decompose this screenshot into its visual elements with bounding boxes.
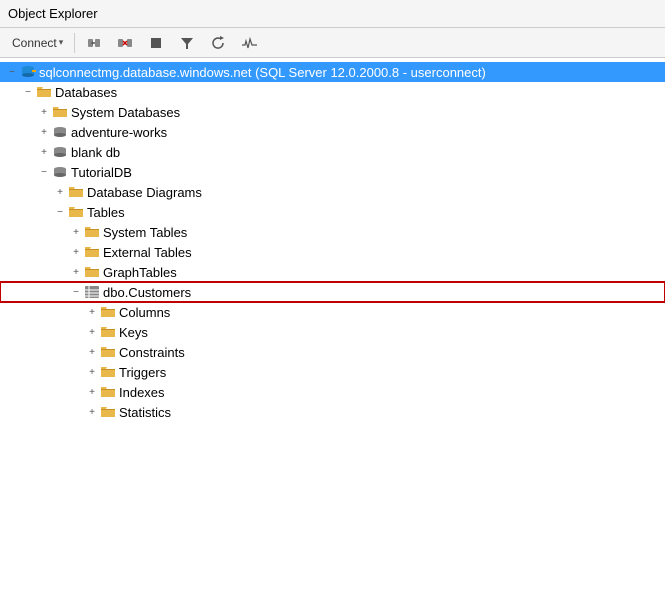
database-diagrams-label: Database Diagrams [87,185,202,200]
refresh-button[interactable] [204,32,232,54]
tree-container: − sqlconnectmg.database.windows.net (SQL… [0,58,665,591]
folder-icon-triggers [100,364,116,380]
expander-graph-tables[interactable]: + [68,264,84,280]
expander-columns[interactable]: + [84,304,100,320]
refresh-icon [210,35,226,51]
indexes-label: Indexes [119,385,165,400]
title-bar: Object Explorer [0,0,665,28]
disconnect-icon [117,35,133,51]
statistics-label: Statistics [119,405,171,420]
connect-button[interactable]: Connect ▾ [6,33,69,53]
graph-tables-label: GraphTables [103,265,177,280]
expander-statistics[interactable]: + [84,404,100,420]
dbo-customers-label: dbo.Customers [103,285,191,300]
tutorialdb-label: TutorialDB [71,165,132,180]
tree-node-statistics[interactable]: + Statistics [0,402,665,422]
connect-object-button[interactable] [80,32,108,54]
blank-db-label: blank db [71,145,120,160]
folder-icon-indexes [100,384,116,400]
expander-external-tables[interactable]: + [68,244,84,260]
folder-icon-graph-tables [84,264,100,280]
expander-indexes[interactable]: + [84,384,100,400]
server-label: sqlconnectmg.database.windows.net (SQL S… [39,65,486,80]
folder-icon-databases [36,84,52,100]
separator-1 [74,33,75,53]
tree-node-blank-db[interactable]: + blank db [0,142,665,162]
folder-icon-columns [100,304,116,320]
expander-databases[interactable]: − [20,84,36,100]
system-tables-label: System Tables [103,225,187,240]
folder-icon-database-diagrams [68,184,84,200]
constraints-label: Constraints [119,345,185,360]
expander-keys[interactable]: + [84,324,100,340]
expander-tutorialdb[interactable]: − [36,164,52,180]
expander-database-diagrams[interactable]: + [52,184,68,200]
tree-node-graph-tables[interactable]: + GraphTables [0,262,665,282]
expander-blank-db[interactable]: + [36,144,52,160]
folder-icon-statistics [100,404,116,420]
folder-icon-external-tables [84,244,100,260]
expander-adventure-works[interactable]: + [36,124,52,140]
external-tables-label: External Tables [103,245,192,260]
tree-node-adventure-works[interactable]: + adventure-works [0,122,665,142]
adventure-works-label: adventure-works [71,125,167,140]
toolbar: Connect ▾ [0,28,665,58]
tree-node-server[interactable]: − sqlconnectmg.database.windows.net (SQL… [0,62,665,82]
tree-node-columns[interactable]: + Columns [0,302,665,322]
expander-constraints[interactable]: + [84,344,100,360]
expander-server[interactable]: − [4,64,20,80]
stop-icon [148,35,164,51]
database-icon-blank-db [52,144,68,160]
database-icon-tutorialdb [52,164,68,180]
folder-icon-tables [68,204,84,220]
tree-node-constraints[interactable]: + Constraints [0,342,665,362]
folder-icon-keys [100,324,116,340]
tables-label: Tables [87,205,125,220]
tree-node-keys[interactable]: + Keys [0,322,665,342]
expander-system-databases[interactable]: + [36,104,52,120]
expander-system-tables[interactable]: + [68,224,84,240]
tree-node-system-databases[interactable]: + System Databases [0,102,665,122]
databases-label: Databases [55,85,117,100]
tree-node-tables[interactable]: − Tables [0,202,665,222]
tree-node-database-diagrams[interactable]: + Database Diagrams [0,182,665,202]
folder-icon-system-tables [84,224,100,240]
expander-dbo-customers[interactable]: − [68,284,84,300]
columns-label: Columns [119,305,170,320]
connect-icon [86,35,102,51]
triggers-label: Triggers [119,365,166,380]
stop-button[interactable] [142,32,170,54]
database-icon-adventure-works [52,124,68,140]
filter-icon [179,35,195,51]
activity-monitor-button[interactable] [235,32,263,54]
tree-node-tutorialdb[interactable]: − TutorialDB [0,162,665,182]
expander-triggers[interactable]: + [84,364,100,380]
system-databases-label: System Databases [71,105,180,120]
server-icon [20,64,36,80]
keys-label: Keys [119,325,148,340]
tree-node-indexes[interactable]: + Indexes [0,382,665,402]
connect-dropdown-arrow: ▾ [59,37,64,48]
table-icon-dbo-customers [84,284,100,300]
expander-tables[interactable]: − [52,204,68,220]
tree-node-system-tables[interactable]: + System Tables [0,222,665,242]
tree-node-external-tables[interactable]: + External Tables [0,242,665,262]
tree-node-dbo-customers[interactable]: − dbo.Customers [0,282,665,302]
filter-button[interactable] [173,32,201,54]
folder-icon-constraints [100,344,116,360]
tree-node-databases[interactable]: − Databases [0,82,665,102]
disconnect-button[interactable] [111,32,139,54]
folder-icon-system-databases [52,104,68,120]
connect-label: Connect [12,36,57,50]
activity-icon [241,35,257,51]
tree-node-triggers[interactable]: + Triggers [0,362,665,382]
title-label: Object Explorer [8,6,98,21]
